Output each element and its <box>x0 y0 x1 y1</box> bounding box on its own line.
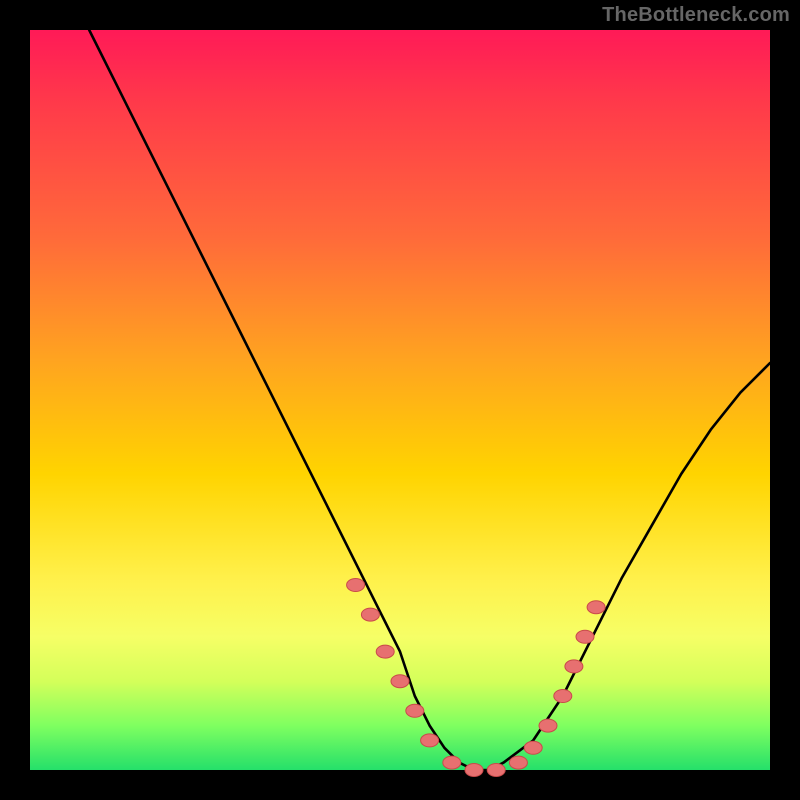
curve-marker <box>391 675 409 688</box>
curve-marker <box>539 719 557 732</box>
curve-marker <box>576 630 594 643</box>
curve-marker <box>565 660 583 673</box>
curve-marker <box>587 601 605 614</box>
chart-frame: TheBottleneck.com <box>0 0 800 800</box>
curve-marker <box>376 645 394 658</box>
curve-marker <box>406 704 424 717</box>
curve-marker <box>554 690 572 703</box>
curve-marker <box>361 608 379 621</box>
curve-marker <box>443 756 461 769</box>
curve-marker <box>487 764 505 777</box>
curve-svg <box>30 30 770 770</box>
markers-group <box>347 579 605 777</box>
plot-area <box>30 30 770 770</box>
curve-marker <box>421 734 439 747</box>
curve-path <box>89 30 770 770</box>
curve-marker <box>465 764 483 777</box>
curve-marker <box>524 741 542 754</box>
watermark-text: TheBottleneck.com <box>602 4 790 27</box>
curve-marker <box>347 579 365 592</box>
curve-marker <box>509 756 527 769</box>
